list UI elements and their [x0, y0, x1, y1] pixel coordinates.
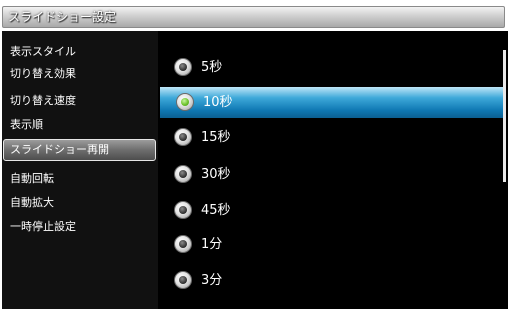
window-title: スライドショー設定 — [8, 10, 117, 24]
option-label: 3分 — [201, 273, 223, 288]
option-30-seconds[interactable]: 30秒 — [158, 159, 503, 190]
menu-item-display-style[interactable]: 表示スタイル — [2, 41, 158, 63]
radio-button-icon[interactable] — [174, 201, 192, 219]
option-label: 15秒 — [201, 130, 231, 145]
radio-dot-icon — [179, 170, 187, 178]
menu-item-auto-zoom[interactable]: 自動拡大 — [2, 192, 158, 214]
radio-button-icon[interactable] — [174, 235, 192, 253]
option-3-minutes[interactable]: 3分 — [158, 265, 503, 296]
options-scrollbar[interactable] — [503, 50, 506, 182]
slideshow-settings-screen: スライドショー設定 表示スタイル 切り替え効果 切り替え速度 表示順 スライドシ… — [0, 0, 510, 309]
title-bar: スライドショー設定 — [2, 6, 505, 28]
option-label: 5秒 — [201, 60, 223, 75]
radio-button-icon[interactable] — [174, 58, 192, 76]
options-panel: 5秒 10秒 15秒 30秒 45秒 1分 3分 — [158, 31, 508, 309]
radio-dot-icon — [179, 133, 187, 141]
menu-item-display-order[interactable]: 表示順 — [2, 114, 158, 136]
option-10-seconds[interactable]: 10秒 — [160, 87, 503, 118]
radio-button-icon[interactable] — [174, 128, 192, 146]
radio-button-checked-icon[interactable] — [176, 93, 194, 111]
radio-dot-icon — [181, 98, 189, 106]
option-label: 1分 — [201, 237, 223, 252]
option-label: 10秒 — [203, 95, 233, 110]
option-45-seconds[interactable]: 45秒 — [158, 195, 503, 226]
option-label: 45秒 — [201, 203, 231, 218]
radio-dot-icon — [179, 63, 187, 71]
settings-menu: 表示スタイル 切り替え効果 切り替え速度 表示順 スライドショー再開 自動回転 … — [2, 31, 158, 309]
radio-dot-icon — [179, 240, 187, 248]
radio-dot-icon — [179, 276, 187, 284]
radio-button-icon[interactable] — [174, 271, 192, 289]
menu-item-pause-settings[interactable]: 一時停止設定 — [2, 216, 158, 238]
option-15-seconds[interactable]: 15秒 — [158, 122, 503, 153]
radio-dot-icon — [179, 206, 187, 214]
menu-item-auto-rotate[interactable]: 自動回転 — [2, 168, 158, 190]
option-1-minute[interactable]: 1分 — [158, 229, 503, 260]
menu-item-transition-effect[interactable]: 切り替え効果 — [2, 63, 158, 85]
menu-item-slideshow-resume[interactable]: スライドショー再開 — [3, 139, 156, 161]
option-label: 30秒 — [201, 167, 231, 182]
menu-item-transition-speed[interactable]: 切り替え速度 — [2, 90, 158, 112]
radio-button-icon[interactable] — [174, 165, 192, 183]
option-5-seconds[interactable]: 5秒 — [158, 52, 503, 83]
